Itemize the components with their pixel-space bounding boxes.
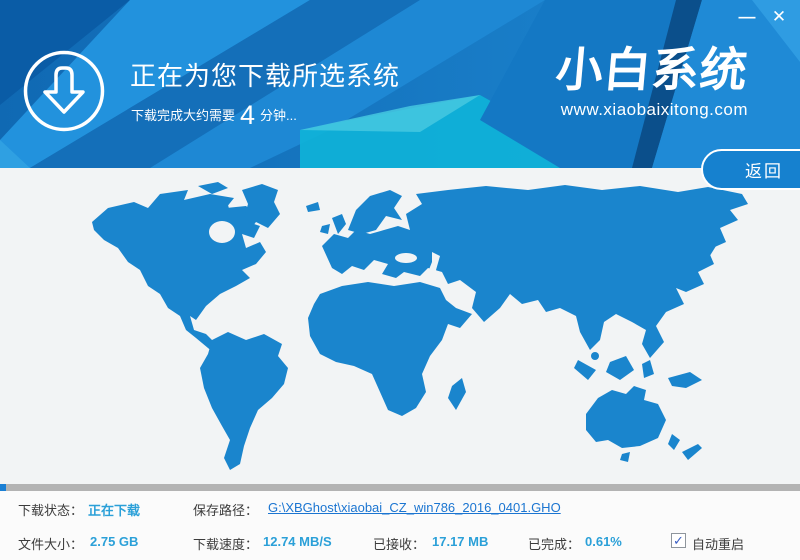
- continent-south-america: [200, 332, 288, 470]
- close-button[interactable]: ✕: [764, 4, 794, 30]
- download-icon: [21, 48, 107, 134]
- auto-restart-checkbox[interactable]: ✓: [671, 533, 686, 548]
- madagascar: [448, 378, 466, 410]
- back-button[interactable]: 返回: [701, 149, 800, 190]
- download-speed-value: 12.74 MB/S: [263, 534, 332, 549]
- iceland: [306, 202, 320, 212]
- received-label: 已接收：: [373, 534, 425, 553]
- hudson-bay: [209, 221, 235, 243]
- download-progress-bar: [0, 484, 800, 491]
- eta-suffix: 分钟...: [260, 108, 297, 123]
- new-guinea: [668, 372, 702, 388]
- progress-fill: [0, 484, 6, 491]
- app-window: — ✕ 正在为您下载所选系统 下载完成大约需要 4 分钟... 小白系统 www.x…: [0, 0, 800, 560]
- continent-north-america: [92, 190, 266, 358]
- greenland: [242, 184, 280, 230]
- ireland: [320, 224, 330, 234]
- eta-prefix: 下载完成大约需要: [131, 108, 235, 123]
- header: — ✕ 正在为您下载所选系统 下载完成大约需要 4 分钟... 小白系统 www.x…: [0, 0, 800, 168]
- map-area: [0, 168, 800, 484]
- completed-label: 已完成：: [528, 534, 580, 553]
- download-status-value: 正在下载: [88, 500, 140, 519]
- minimize-button[interactable]: —: [732, 4, 762, 30]
- australia: [586, 386, 666, 448]
- borneo: [606, 356, 634, 380]
- eta-minutes: 4: [240, 100, 255, 130]
- download-status-label: 下载状态：: [18, 500, 83, 519]
- continent-africa: [308, 282, 472, 416]
- page-title: 正在为您下载所选系统: [130, 56, 400, 93]
- save-path-label: 保存路径：: [193, 500, 258, 519]
- file-size-value: 2.75 GB: [90, 534, 138, 549]
- new-zealand: [668, 434, 702, 460]
- brand-website: www.xiaobaixitong.com: [556, 100, 748, 120]
- world-map: [50, 182, 760, 482]
- status-bar: 下载状态： 正在下载 保存路径： G:\XBGhost\xiaobai_CZ_w…: [0, 491, 800, 560]
- eta-text: 下载完成大约需要 4 分钟...: [131, 100, 297, 131]
- brand-logo: 小白系统: [554, 46, 750, 93]
- auto-restart-label[interactable]: 自动重启: [692, 534, 744, 553]
- save-path-link[interactable]: G:\XBGhost\xiaobai_CZ_win786_2016_0401.G…: [268, 500, 561, 515]
- sulawesi: [642, 360, 654, 378]
- sumatra: [574, 360, 596, 380]
- file-size-label: 文件大小：: [18, 534, 83, 553]
- brand: 小白系统 www.xiaobaixitong.com: [556, 46, 748, 120]
- gulf-of-mexico: [203, 317, 219, 333]
- black-sea: [395, 253, 417, 263]
- united-kingdom: [332, 214, 346, 234]
- sri-lanka: [591, 352, 599, 360]
- tasmania: [620, 452, 630, 462]
- completed-value: 0.61%: [585, 534, 622, 549]
- download-speed-label: 下载速度：: [193, 534, 258, 553]
- received-value: 17.17 MB: [432, 534, 488, 549]
